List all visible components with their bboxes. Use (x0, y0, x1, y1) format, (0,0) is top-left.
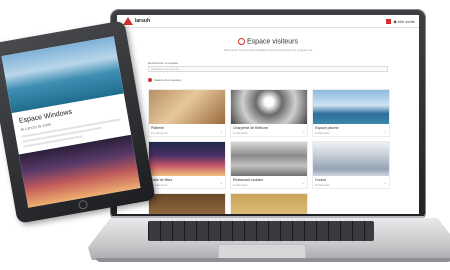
menu-icon (386, 18, 392, 24)
card-image (149, 194, 225, 214)
section-heading: Galerie des espaces (148, 78, 181, 82)
chevron-down-icon[interactable]: ⌄ (302, 128, 305, 133)
header-nav-label: ◆ Allé sortie (393, 18, 415, 24)
chevron-down-icon[interactable]: ⌄ (384, 180, 387, 185)
card-image (313, 90, 389, 124)
site-logo[interactable]: larsuh (123, 17, 150, 25)
card-count: 5 éléments (315, 183, 330, 187)
page-subtitle-text: Découvrez l'univers des étudiants et pro… (223, 48, 313, 52)
logo-text: larsuh (135, 18, 151, 24)
location-pin-icon (238, 38, 246, 45)
space-card[interactable] (230, 193, 308, 214)
card-title: Espace piscine (315, 126, 339, 130)
card-title: Restaurant scolaire (233, 178, 264, 182)
space-card[interactable]: Salle de fêtes 10 éléments ⌄ (148, 141, 226, 189)
search-label: Rechercher un espace (148, 61, 179, 65)
card-image (149, 90, 225, 124)
space-card[interactable]: Espace piscine 6 éléments ⌄ (312, 89, 390, 137)
card-title: Plâtrerie (151, 126, 165, 130)
chevron-down-icon[interactable]: ⌄ (302, 180, 305, 185)
laptop-screen: larsuh ◆ Allé sortie Espace visiteurs Dé… (117, 15, 419, 214)
chevron-down-icon[interactable]: ⌄ (220, 128, 223, 133)
card-title: Charpente de Béthune (233, 126, 269, 130)
space-card[interactable]: Charpente de Béthune 8 éléments ⌄ (230, 89, 308, 137)
card-image (231, 90, 307, 124)
card-image (149, 142, 225, 176)
section-dot-icon (148, 78, 152, 82)
chevron-down-icon[interactable]: ⌄ (384, 128, 387, 133)
site-header: larsuh ◆ Allé sortie (117, 15, 419, 28)
card-count: 9 éléments (233, 183, 248, 187)
search-input[interactable]: Saisissez un mot-clé... (148, 66, 388, 72)
page-title: Espace visiteurs (117, 38, 419, 45)
page-title-text: Espace visiteurs (247, 38, 298, 46)
card-title: Salle de fêtes (151, 178, 173, 182)
card-count: 12 éléments (151, 131, 168, 135)
card-image (231, 194, 307, 214)
card-count: 8 éléments (233, 131, 248, 135)
page-subtitle: Découvrez l'univers des étudiants et pro… (157, 48, 379, 52)
card-image (313, 142, 389, 176)
section-heading-text: Galerie des espaces (154, 78, 182, 82)
card-title: Couloir (315, 178, 327, 182)
laptop-keyboard (148, 221, 374, 241)
search-placeholder: Saisissez un mot-clé... (151, 67, 182, 71)
header-nav[interactable]: ◆ Allé sortie (386, 17, 415, 25)
card-image (231, 142, 307, 176)
space-card[interactable] (148, 193, 226, 214)
chevron-down-icon[interactable]: ⌄ (220, 180, 223, 185)
space-card[interactable]: Restaurant scolaire 9 éléments ⌄ (230, 141, 308, 189)
space-card[interactable]: Plâtrerie 12 éléments ⌄ (148, 89, 226, 137)
laptop-front-edge (96, 258, 450, 262)
card-count: 6 éléments (315, 131, 330, 135)
space-card[interactable]: Couloir 5 éléments ⌄ (312, 141, 390, 189)
